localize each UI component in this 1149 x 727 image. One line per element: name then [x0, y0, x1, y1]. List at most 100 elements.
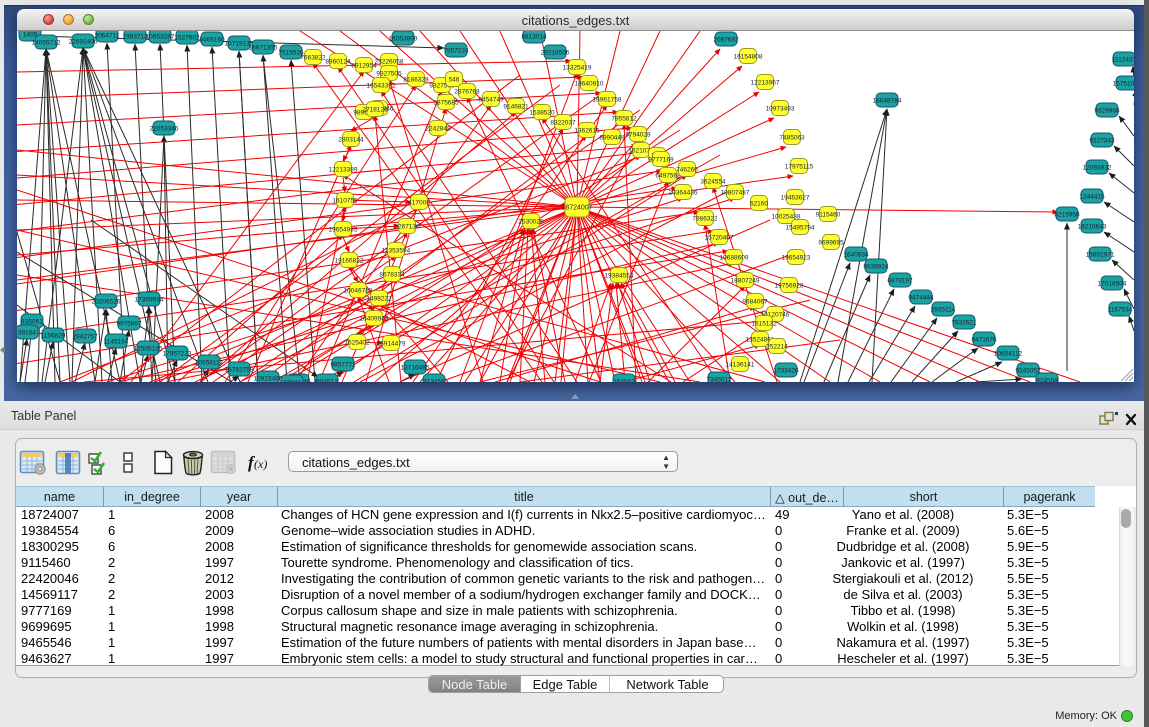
svg-text:9329966: 9329966 — [1094, 108, 1120, 115]
svg-text:10654112: 10654112 — [994, 351, 1023, 358]
svg-text:2876768: 2876768 — [454, 89, 480, 96]
svg-text:23226058: 23226058 — [375, 59, 404, 66]
svg-text:9146821: 9146821 — [503, 104, 529, 111]
svg-text:10046788: 10046788 — [344, 288, 373, 295]
svg-text:835061: 835061 — [21, 319, 43, 326]
svg-text:22053346: 22053346 — [150, 126, 179, 133]
svg-text:17975115: 17975115 — [785, 164, 814, 171]
svg-text:17359934: 17359934 — [135, 297, 164, 304]
svg-text:8912954: 8912954 — [351, 63, 377, 70]
svg-text:9227343: 9227343 — [1089, 138, 1115, 145]
svg-text:16409948: 16409948 — [360, 316, 389, 323]
svg-text:11353594: 11353594 — [382, 248, 411, 255]
svg-text:6879197: 6879197 — [887, 278, 913, 285]
svg-text:17016504: 17016504 — [1098, 281, 1127, 288]
svg-text:23941: 23941 — [283, 380, 301, 383]
svg-text:16543392: 16543392 — [367, 83, 396, 90]
svg-text:10653287: 10653287 — [146, 34, 175, 41]
svg-text:16648784: 16648784 — [873, 98, 902, 105]
svg-text:8938924: 8938924 — [863, 264, 889, 271]
svg-text:1112437: 1112437 — [1112, 57, 1134, 64]
svg-text:20364436: 20364436 — [669, 190, 698, 197]
svg-text:1145194: 1145194 — [104, 339, 129, 346]
svg-text:10807487: 10807487 — [721, 190, 750, 197]
svg-text:7857224: 7857224 — [443, 48, 469, 55]
svg-text:19756928: 19756928 — [775, 283, 804, 290]
svg-text:746266: 746266 — [676, 167, 698, 174]
svg-text:6497568: 6497568 — [655, 173, 681, 180]
svg-text:10973493: 10973493 — [766, 106, 795, 113]
svg-text:1640934: 1640934 — [843, 252, 869, 259]
svg-text:9857771: 9857771 — [330, 362, 356, 369]
svg-text:7632621: 7632621 — [951, 320, 977, 327]
svg-text:7986322: 7986322 — [692, 216, 718, 223]
svg-text:9777169: 9777169 — [648, 157, 674, 164]
svg-text:8471676: 8471676 — [971, 337, 997, 344]
svg-text:7485063: 7485063 — [779, 135, 805, 142]
svg-text:10923468: 10923468 — [254, 376, 283, 383]
svg-text:2942757: 2942757 — [72, 334, 98, 341]
svg-text:12093832: 12093832 — [1083, 165, 1112, 172]
svg-text:1538520: 1538520 — [529, 110, 555, 117]
svg-text:9327505: 9327505 — [376, 71, 402, 78]
svg-text:9975867: 9975867 — [116, 321, 142, 328]
svg-text:39154: 39154 — [18, 330, 36, 337]
svg-text:(x): (x) — [254, 457, 267, 471]
svg-text:2718126: 2718126 — [362, 107, 388, 114]
svg-text:62160: 62160 — [750, 201, 768, 208]
svg-text:313456: 313456 — [423, 379, 445, 383]
svg-text:13325419: 13325419 — [563, 65, 592, 72]
svg-text:3267130: 3267130 — [394, 224, 420, 231]
svg-text:19166822: 19166822 — [335, 258, 364, 265]
svg-text:16154808: 16154808 — [734, 54, 763, 61]
svg-text:546: 546 — [449, 77, 460, 84]
svg-text:18724007: 18724007 — [561, 205, 592, 212]
svg-text:9699695: 9699695 — [818, 240, 844, 247]
svg-text:12213967: 12213967 — [751, 80, 780, 87]
svg-text:22691406: 22691406 — [69, 39, 98, 46]
svg-text:1167534: 1167534 — [1108, 307, 1133, 314]
svg-text:9115460: 9115460 — [816, 212, 841, 219]
svg-text:3624554: 3624554 — [700, 179, 726, 186]
svg-text:8186328: 8186328 — [403, 77, 429, 84]
svg-text:9474444: 9474444 — [908, 295, 934, 302]
svg-text:154002: 154002 — [613, 379, 635, 383]
svg-text:1983713: 1983713 — [122, 34, 148, 41]
svg-text:7955812: 7955812 — [611, 116, 637, 123]
svg-text:6466160: 6466160 — [199, 37, 225, 44]
svg-text:13716485: 13716485 — [401, 365, 430, 372]
svg-text:2530025: 2530025 — [518, 219, 544, 226]
svg-text:7625402: 7625402 — [344, 340, 370, 347]
svg-text:1362615: 1362615 — [574, 128, 600, 135]
svg-text:1733426: 1733426 — [773, 368, 799, 375]
svg-text:14136141: 14136141 — [726, 362, 755, 369]
svg-text:12213389: 12213389 — [329, 167, 358, 174]
svg-text:19384554: 19384554 — [605, 273, 634, 280]
svg-text:2935114: 2935114 — [931, 307, 956, 314]
svg-text:1615132: 1615132 — [751, 321, 777, 328]
svg-text:15751074: 15751074 — [1113, 81, 1134, 88]
svg-text:3875685: 3875685 — [433, 100, 459, 107]
svg-text:20206526: 20206526 — [92, 299, 121, 306]
svg-text:16782759: 16782759 — [225, 367, 254, 374]
svg-text:16914479: 16914479 — [377, 341, 406, 348]
svg-text:8678334: 8678334 — [379, 272, 405, 279]
svg-text:8454749: 8454749 — [478, 97, 504, 104]
svg-text:15495794: 15495794 — [786, 225, 815, 232]
svg-text:19463627: 19463627 — [781, 195, 810, 202]
svg-text:10688609: 10688609 — [720, 255, 749, 262]
svg-text:12505135: 12505135 — [134, 346, 163, 353]
svg-text:7345012: 7345012 — [706, 377, 732, 383]
svg-text:9245052: 9245052 — [1015, 368, 1041, 375]
svg-text:1527602: 1527602 — [174, 35, 200, 42]
svg-text:8322037: 8322037 — [550, 120, 576, 127]
svg-text:17957223: 17957223 — [163, 351, 192, 358]
svg-text:8990448: 8990448 — [599, 135, 625, 142]
svg-text:2064711: 2064711 — [95, 33, 120, 40]
svg-text:14055712: 14055712 — [32, 40, 61, 47]
svg-text:16210643: 16210643 — [1078, 224, 1107, 231]
svg-text:1498222: 1498222 — [366, 296, 392, 303]
svg-text:417006: 417006 — [408, 200, 430, 207]
svg-text:2803144: 2803144 — [338, 137, 364, 144]
svg-text:10958117: 10958117 — [195, 360, 224, 367]
